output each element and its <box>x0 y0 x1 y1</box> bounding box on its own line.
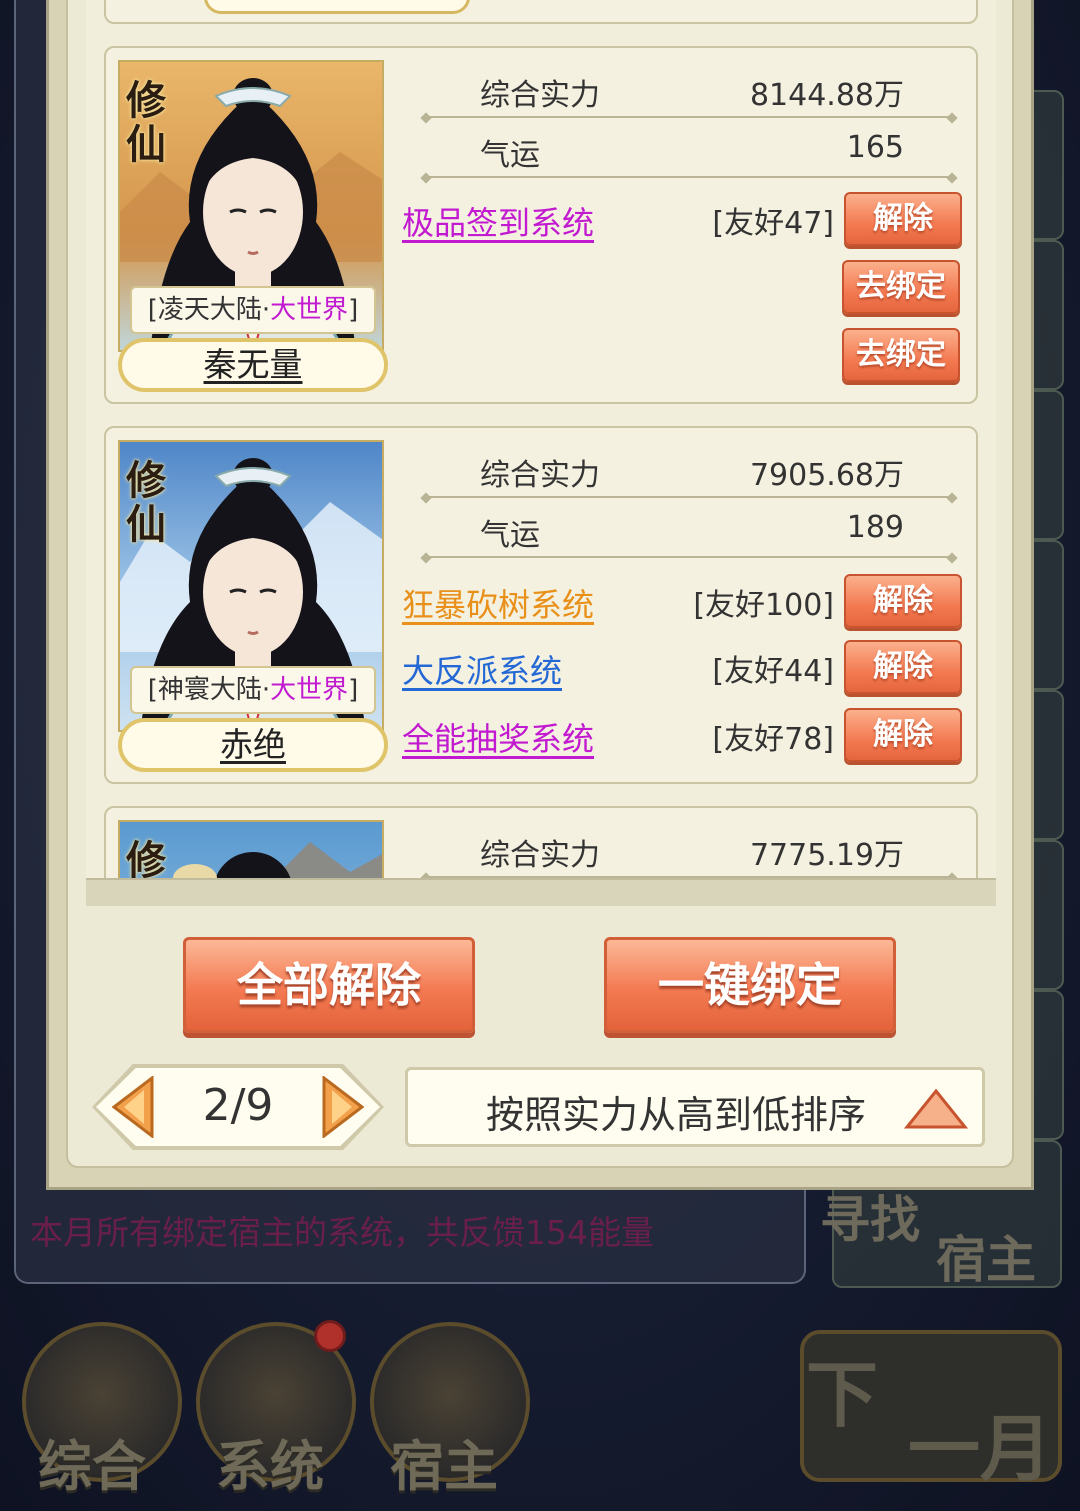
world-tag: [凌天大陆·大世界] <box>130 286 376 334</box>
sort-ascending-icon <box>904 1088 968 1129</box>
system-row: 大反派系统 [友好44] 解除 <box>402 640 962 696</box>
prev-page-arrow-icon[interactable] <box>112 1076 154 1138</box>
one-click-bind-button[interactable]: 一键绑定 <box>604 937 896 1033</box>
event-log-summary: 本月所有绑定宿主的系统，共反馈154能量 <box>30 1213 654 1252</box>
release-button[interactable]: 解除 <box>844 708 962 762</box>
system-row: 极品签到系统 [友好47] 解除 <box>402 192 962 248</box>
power-label: 综合实力 <box>480 838 600 873</box>
next-month-label: 一月 <box>908 1407 1053 1491</box>
cultivation-badge: 仙 <box>126 502 166 548</box>
power-row: 综合实力 7905.68万 <box>424 440 954 498</box>
world-tag: [神寰大陆·大世界] <box>130 666 376 714</box>
host-name-plate[interactable]: 赤绝 <box>118 718 388 772</box>
power-value: 7775.19万 <box>749 838 904 873</box>
nav-host-label: 宿主 <box>390 1435 498 1498</box>
luck-row: 气运 165 <box>424 120 954 178</box>
release-button[interactable]: 解除 <box>844 640 962 694</box>
host-card: 修 综合实力 7775.19万 <box>104 806 978 906</box>
system-link[interactable]: 全能抽奖系统 <box>402 714 594 760</box>
world-tier: 大世界 <box>270 295 349 325</box>
nav-system-label: 系统 <box>216 1435 324 1498</box>
page-indicator: 2/9 <box>202 1080 274 1131</box>
world-tag-bracket: ] <box>348 675 359 705</box>
system-row: 狂暴砍树系统 [友好100] 解除 <box>402 574 962 630</box>
release-all-button[interactable]: 全部解除 <box>183 937 475 1033</box>
world-name: [凌天大陆· <box>147 295 271 325</box>
friendship-value: [友好100] <box>693 588 834 623</box>
host-card: 修 仙 [神寰大陆·大世界] 赤绝 综合实力 7905.68万 气运 189 狂… <box>104 426 978 784</box>
luck-value: 189 <box>846 510 904 545</box>
host-portrait: 修 <box>118 820 384 906</box>
release-button[interactable]: 解除 <box>844 574 962 628</box>
luck-row: 气运 189 <box>424 500 954 558</box>
host-card: 修 仙 [凌天大陆·大世界] 秦无量 综合实力 8144.88万 气运 165 … <box>104 46 978 404</box>
go-bind-button[interactable]: 去绑定 <box>842 260 960 314</box>
world-tier: 大世界 <box>270 675 349 705</box>
cultivation-badge: 修 <box>126 838 166 884</box>
system-row: 全能抽奖系统 [友好78] 解除 <box>402 708 962 764</box>
next-month-label: 下 <box>806 1353 879 1437</box>
system-link[interactable]: 极品签到系统 <box>402 198 594 244</box>
luck-label: 气运 <box>480 518 540 553</box>
friendship-value: [友好78] <box>712 722 834 757</box>
power-label: 综合实力 <box>480 78 600 113</box>
go-bind-button[interactable]: 去绑定 <box>842 328 960 382</box>
friendship-value: [友好44] <box>712 654 834 689</box>
release-button[interactable]: 解除 <box>844 192 962 246</box>
world-tag-bracket: ] <box>348 295 359 325</box>
friendship-value: [友好47] <box>712 206 834 241</box>
host-list-scroll[interactable]: 修 仙 [凌天大陆·大世界] 秦无量 综合实力 8144.88万 气运 165 … <box>86 0 996 906</box>
sort-label: 按照实力从高到低排序 <box>486 1093 867 1137</box>
notification-dot <box>314 1320 346 1352</box>
name-plate-partial <box>204 0 470 14</box>
power-row: 综合实力 8144.88万 <box>424 60 954 118</box>
nav-general-label: 综合 <box>38 1435 146 1498</box>
sort-selector[interactable]: 按照实力从高到低排序 <box>405 1067 985 1147</box>
host-portrait: 修 仙 [神寰大陆·大世界] <box>118 440 384 732</box>
power-row: 综合实力 7775.19万 <box>424 820 954 878</box>
find-host-label: 寻找 <box>820 1191 920 1249</box>
power-label: 综合实力 <box>480 458 600 493</box>
host-name: 赤绝 <box>220 725 286 764</box>
luck-label: 气运 <box>480 138 540 173</box>
cultivation-badge: 仙 <box>126 122 166 168</box>
system-link[interactable]: 大反派系统 <box>402 646 562 692</box>
system-link[interactable]: 狂暴砍树系统 <box>402 580 594 626</box>
world-name: [神寰大陆· <box>147 675 271 705</box>
luck-value: 165 <box>846 130 904 165</box>
host-name: 秦无量 <box>203 345 303 384</box>
find-host-label: 宿主 <box>936 1231 1036 1289</box>
power-value: 8144.88万 <box>749 78 904 113</box>
next-page-arrow-icon[interactable] <box>322 1076 364 1138</box>
host-name-plate[interactable]: 秦无量 <box>118 338 388 392</box>
power-value: 7905.68万 <box>749 458 904 493</box>
host-portrait: 修 仙 [凌天大陆·大世界] <box>118 60 384 352</box>
